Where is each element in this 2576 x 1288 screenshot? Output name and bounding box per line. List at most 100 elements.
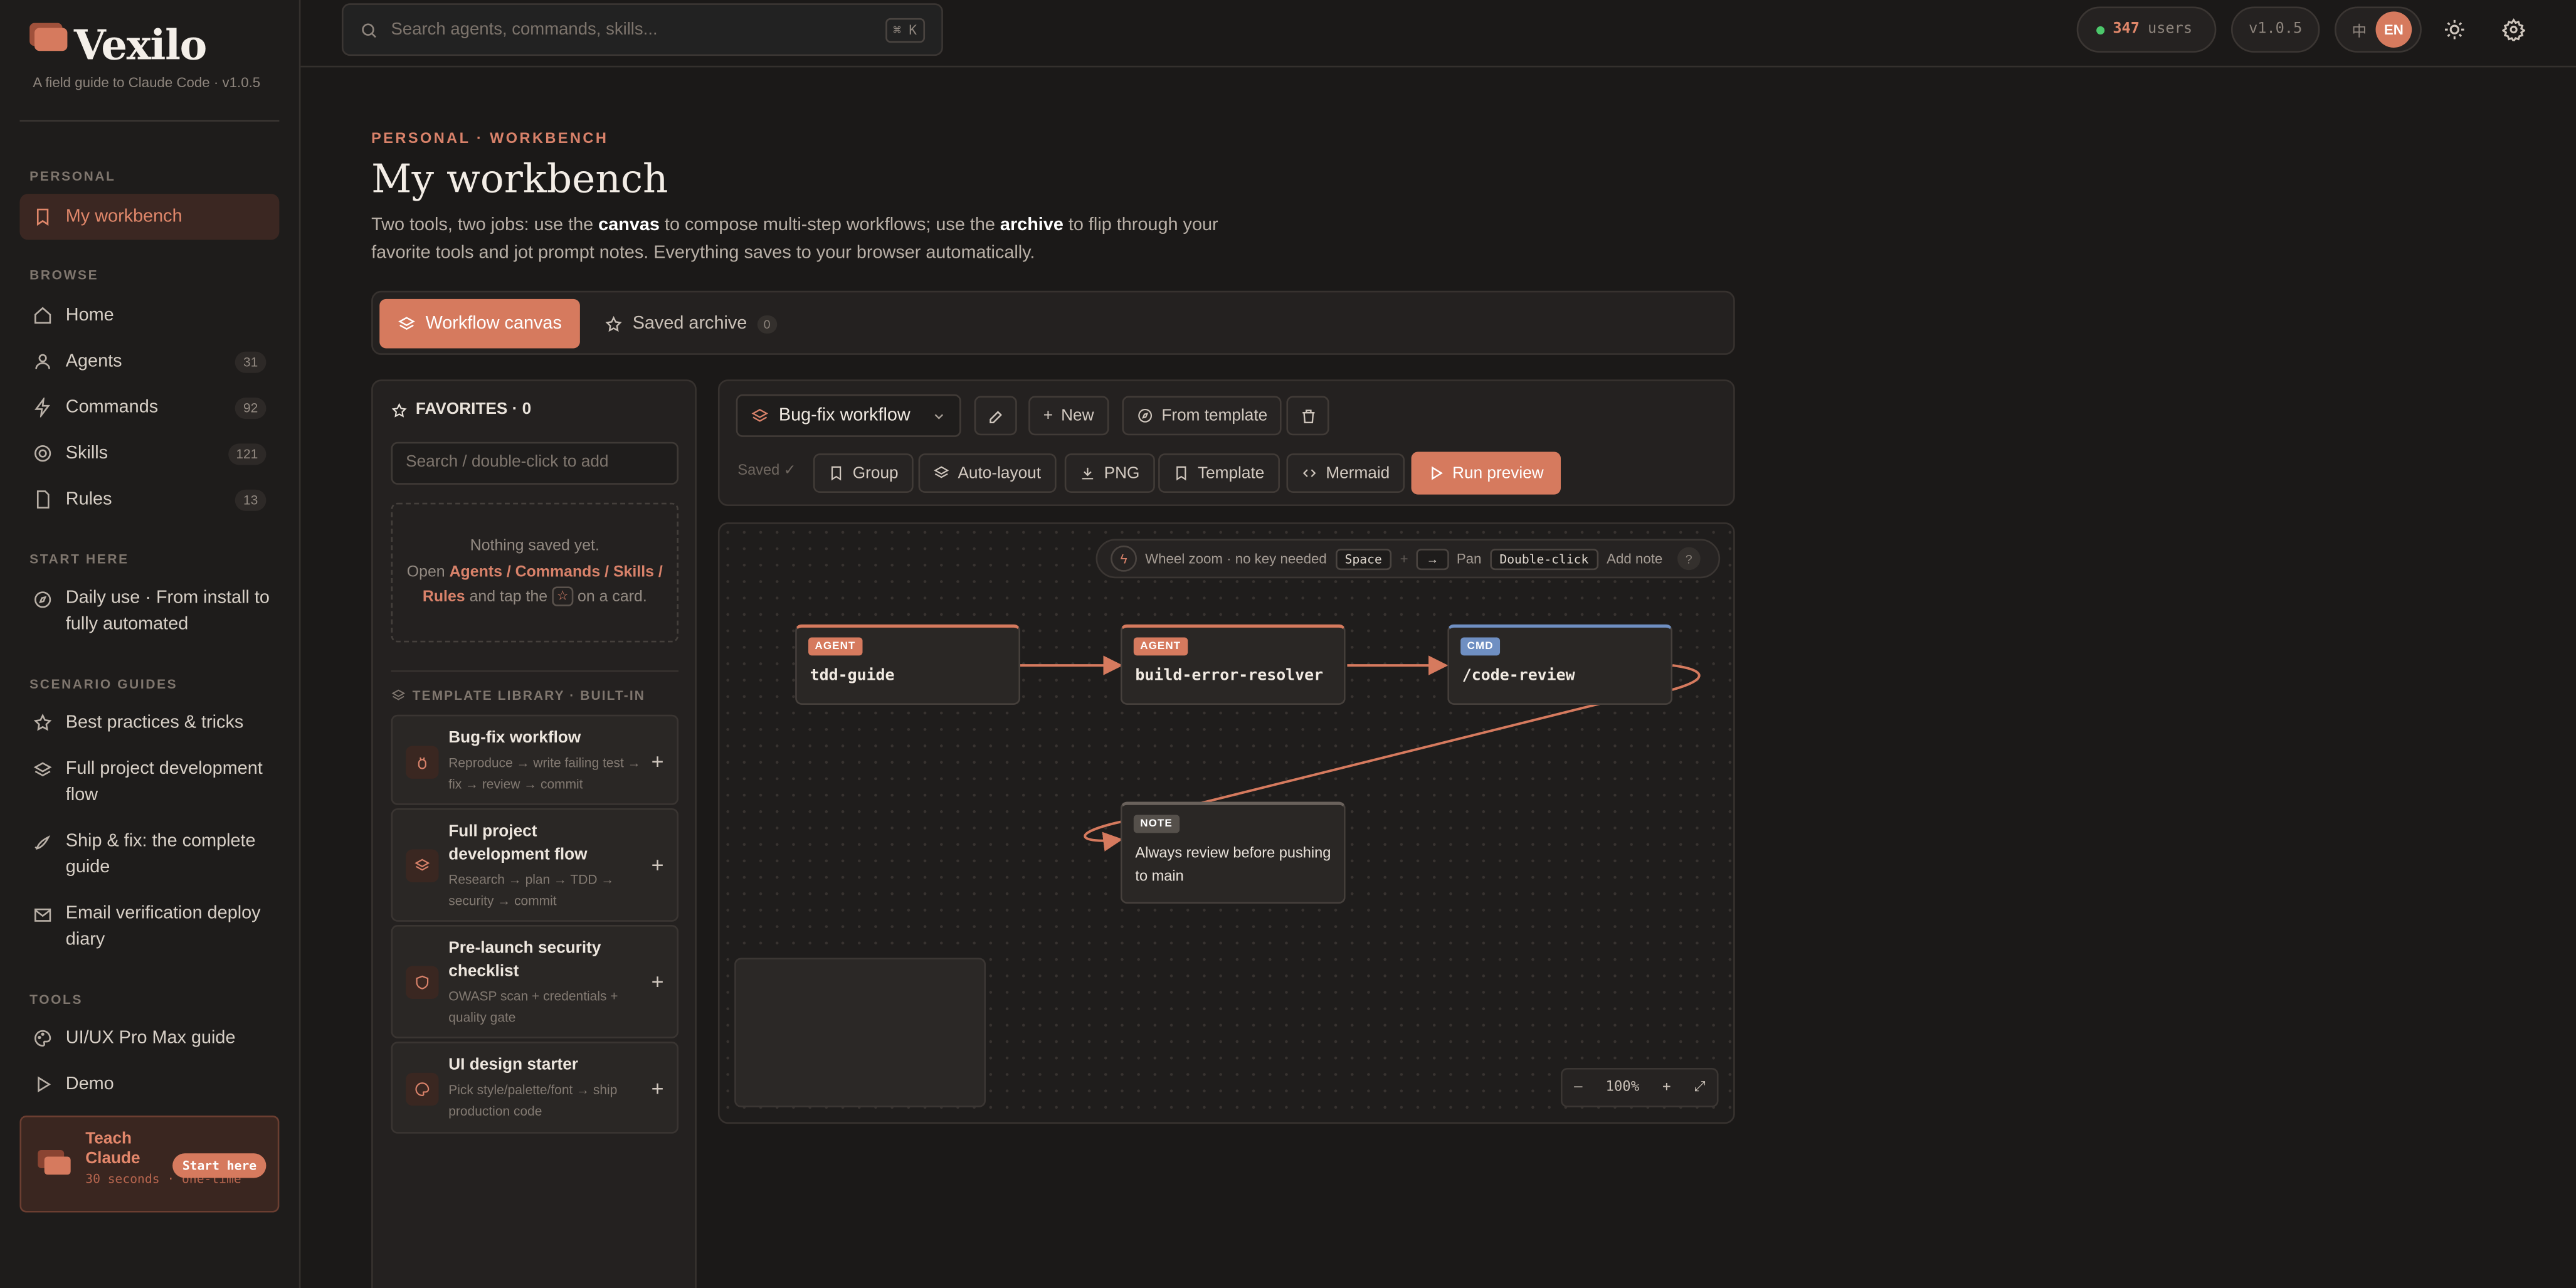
canvas-minimap[interactable] [734,958,986,1107]
button-label: Mermaid [1326,464,1390,482]
sidebar-item-email-diary[interactable]: Email verification deploy diary [19,900,279,959]
node-tag: AGENT [1133,637,1188,656]
favorites-search-input[interactable]: Search / double-click to add [391,441,679,485]
settings-gear-icon[interactable] [2497,13,2530,46]
canvas-node-build-error-resolver[interactable]: AGENT build-error-resolver [1120,624,1346,705]
teach-claude-card[interactable]: Teach Claude 30 seconds · one-time Start… [19,1115,280,1213]
sidebar-item-label: Demo [65,1074,114,1094]
template-card-ui-design[interactable]: UI design starter Pick style/palette/fon… [391,1042,679,1134]
logo-icon [29,23,69,56]
empty-text: on a card. [573,588,647,606]
workflow-select[interactable]: Bug-fix workflow [736,394,961,437]
add-template-plus-icon[interactable]: + [652,749,664,774]
sidebar-item-label: Commands [65,398,159,418]
group-button[interactable]: Group [813,453,914,493]
button-label: PNG [1104,464,1140,482]
run-preview-button[interactable]: Run preview [1411,451,1560,495]
play-icon [19,1074,65,1094]
tab-workflow-canvas[interactable]: Workflow canvas [379,298,580,349]
help-icon[interactable]: ? [1677,547,1701,571]
library-heading-label: TEMPLATE LIBRARY · BUILT-IN [412,688,646,704]
sidebar-item-uiux-guide[interactable]: UI/UX Pro Max guide [19,1015,279,1061]
add-template-plus-icon[interactable]: + [652,1076,664,1101]
favorites-empty-state: Nothing saved yet. Open Agents / Command… [391,502,679,643]
save-template-button[interactable]: Template [1158,453,1279,493]
tab-saved-archive[interactable]: Saved archive 0 [586,299,794,349]
users-count: 347 [2113,21,2140,38]
lang-en[interactable]: EN [2375,11,2412,48]
star-icon [19,713,65,732]
search-input[interactable]: Search agents, commands, skills... ⌘ K [341,3,943,56]
button-label: Group [852,464,899,482]
language-switch[interactable]: 中 EN [2335,6,2422,53]
canvas-hint-bar: ϟ Wheel zoom · no key needed Space + → P… [1095,539,1721,579]
count-badge: 31 [235,351,267,372]
plus-icon: + [1043,406,1053,425]
sidebar-item-home[interactable]: Home [19,292,279,338]
node-label: /code-review [1462,667,1575,685]
export-png-button[interactable]: PNG [1064,453,1155,493]
sidebar-item-best-practices[interactable]: Best practices & tricks [19,700,279,746]
sidebar-item-demo[interactable]: Demo [19,1062,279,1107]
sidebar-item-agents[interactable]: Agents 31 [19,339,279,384]
favorites-heading: FAVORITES · 0 [391,401,531,419]
count-badge: 13 [235,488,267,510]
sidebar-item-full-project[interactable]: Full project development flow [19,756,279,815]
app-logo-text[interactable]: Vexilo [74,21,207,69]
sidebar-item-my-workbench[interactable]: My workbench [19,194,280,240]
layers-icon [19,756,65,780]
layers-icon [406,849,439,882]
layers-icon [751,408,769,421]
from-template-button[interactable]: From template [1122,396,1282,436]
palette-icon [406,1072,439,1106]
canvas-node-code-review[interactable]: CMD /code-review [1447,624,1673,705]
star-icon [391,402,407,417]
template-card-full-project[interactable]: Full project development flow Research →… [391,808,679,922]
new-workflow-button[interactable]: + New [1028,396,1109,436]
section-heading-browse: BROWSE [29,268,99,283]
bookmark-icon [1176,466,1186,481]
fit-view-icon[interactable]: ⤢ [1694,1079,1706,1095]
mermaid-button[interactable]: Mermaid [1286,453,1405,493]
sidebar-item-ship-fix[interactable]: Ship & fix: the complete guide [19,828,279,887]
zoom-in-button[interactable]: + [1662,1079,1671,1095]
template-card-security[interactable]: Pre-launch security checklist OWASP scan… [391,925,679,1038]
users-label: users [2148,21,2193,38]
theme-toggle-sun-icon[interactable] [2438,13,2471,46]
empty-text: Open [406,562,450,581]
favorites-panel: FAVORITES · 0 Search / double-click to a… [371,379,697,1288]
layers-icon [391,689,406,700]
sidebar-item-label: Skills [65,443,108,463]
button-label: New [1061,406,1094,425]
page-description: Two tools, two jobs: use the canvas to c… [371,212,1242,268]
rename-button[interactable] [974,396,1017,436]
edit-icon [988,409,1001,423]
version-pill[interactable]: v1.0.5 [2230,6,2320,53]
saved-status: Saved ✓ [737,462,796,478]
lang-zh[interactable]: 中 [2343,19,2375,40]
delete-button[interactable] [1286,396,1329,436]
canvas-note[interactable]: NOTE Always review before pushing to mai… [1120,801,1346,904]
canvas-node-tdd-guide[interactable]: AGENT tdd-guide [795,624,1021,705]
sidebar-item-skills[interactable]: Skills 121 [19,430,279,476]
tab-count-badge: 0 [757,314,777,333]
bug-icon [406,746,439,779]
sidebar-item-rules[interactable]: Rules 13 [19,477,279,522]
sidebar-item-label: Daily use · From install to fully automa… [65,588,270,635]
add-template-plus-icon[interactable]: + [652,853,664,877]
template-title: Pre-launch security checklist [448,939,601,981]
auto-layout-button[interactable]: Auto-layout [918,453,1056,493]
sidebar-item-daily-use[interactable]: Daily use · From install to fully automa… [19,585,282,644]
sidebar-item-label: Ship & fix: the complete guide [65,831,256,878]
sidebar-item-label: Best practices & tricks [65,713,244,733]
node-tag: AGENT [808,637,862,656]
start-here-button[interactable]: Start here [172,1153,267,1178]
download-icon [1082,467,1094,480]
zoom-out-button[interactable]: – [1574,1079,1582,1095]
workflow-canvas[interactable]: ϟ Wheel zoom · no key needed Space + → P… [717,522,1735,1124]
page-title: My workbench [371,156,668,203]
add-template-plus-icon[interactable]: + [652,969,664,994]
template-card-bug-fix[interactable]: Bug-fix workflow Reproduce → write faili… [391,714,679,805]
note-text: Always review before pushing to main [1135,844,1331,884]
sidebar-item-commands[interactable]: Commands 92 [19,384,279,430]
